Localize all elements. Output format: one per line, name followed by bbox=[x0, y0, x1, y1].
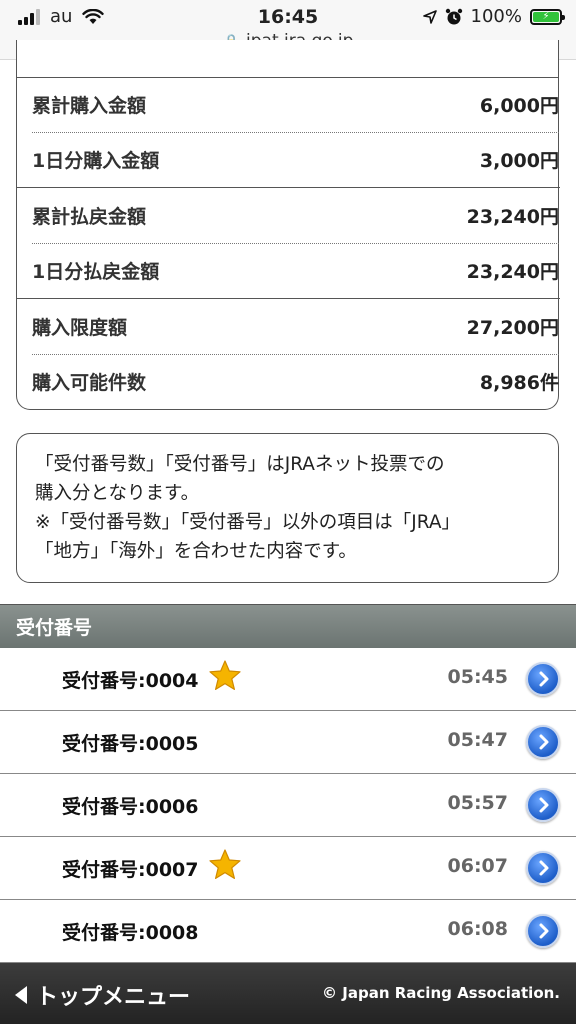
summary-row-cumulative-payout: 累計払戻金額 23,240円 bbox=[32, 188, 559, 243]
receipt-row-0008[interactable]: 受付番号:0008 06:08 bbox=[0, 900, 576, 963]
alarm-clock-icon bbox=[445, 8, 462, 24]
receipt-time: 06:07 bbox=[447, 855, 508, 877]
triangle-left-icon bbox=[15, 986, 27, 1004]
star-icon bbox=[209, 660, 241, 690]
receipt-number: 受付番号:0008 bbox=[62, 922, 199, 944]
summary-label: 累計払戻金額 bbox=[32, 206, 147, 228]
receipt-time: 05:57 bbox=[447, 792, 508, 814]
receipt-row-0006[interactable]: 受付番号:0006 05:57 bbox=[0, 774, 576, 837]
summary-value: 6,000円 bbox=[479, 95, 559, 117]
receipt-number: 受付番号:0007 bbox=[62, 859, 199, 881]
section-header-receipts: 受付番号 bbox=[0, 604, 576, 648]
receipt-number: 受付番号:0006 bbox=[62, 796, 199, 818]
receipt-row-0007[interactable]: 受付番号:0007 06:07 bbox=[0, 837, 576, 900]
note-line: ※「受付番号数」「受付番号」以外の項目は「JRA」 bbox=[35, 512, 460, 533]
copyright: © Japan Racing Association. bbox=[322, 984, 560, 1002]
summary-row-daily-payout: 1日分払戻金額 23,240円 bbox=[32, 243, 559, 298]
chevron-right-button[interactable] bbox=[526, 662, 560, 696]
summary-value: 23,240円 bbox=[466, 206, 559, 228]
chevron-right-button[interactable] bbox=[526, 788, 560, 822]
summary-value: 8,986件 bbox=[479, 372, 559, 394]
receipt-number: 受付番号:0004 bbox=[62, 670, 199, 692]
star-icon bbox=[209, 849, 241, 879]
chevron-right-button[interactable] bbox=[526, 851, 560, 885]
summary-label: 1日分払戻金額 bbox=[32, 261, 160, 283]
receipt-number: 受付番号:0005 bbox=[62, 733, 199, 755]
chevron-right-button[interactable] bbox=[526, 725, 560, 759]
receipt-row-0005[interactable]: 受付番号:0005 05:47 bbox=[0, 711, 576, 774]
summary-row-daily-purchase: 1日分購入金額 3,000円 bbox=[32, 132, 559, 187]
summary-row-cumulative-purchase: 累計購入金額 6,000円 bbox=[32, 77, 559, 132]
summary-value: 23,240円 bbox=[466, 261, 559, 283]
summary-value: 27,200円 bbox=[466, 317, 559, 339]
chevron-right-icon bbox=[539, 671, 549, 687]
receipt-time: 05:45 bbox=[447, 666, 508, 688]
summary-label: 購入限度額 bbox=[32, 317, 128, 339]
note-line: 「受付番号数」「受付番号」はJRAネット投票での bbox=[35, 454, 445, 475]
note-box: 「受付番号数」「受付番号」はJRAネット投票での 購入分となります。 ※「受付番… bbox=[16, 433, 559, 583]
footer-bar: トップメニュー © Japan Racing Association. bbox=[0, 963, 576, 1024]
chevron-right-icon bbox=[539, 734, 549, 750]
summary-label: 累計購入金額 bbox=[32, 95, 147, 117]
receipt-list: 受付番号:0004 05:45 受付番号:0005 05:47 受付番号:000… bbox=[0, 648, 576, 963]
summary-row-purchase-limit: 購入限度額 27,200円 bbox=[32, 299, 559, 354]
summary-label: 1日分購入金額 bbox=[32, 150, 160, 172]
battery-percent: 100% bbox=[470, 6, 522, 27]
note-line: 「地方」「海外」を合わせた内容です。 bbox=[35, 541, 357, 562]
receipt-row-0004[interactable]: 受付番号:0004 05:45 bbox=[0, 648, 576, 711]
summary-row-purchasable-count: 購入可能件数 8,986件 bbox=[32, 354, 559, 409]
location-arrow-icon bbox=[422, 9, 437, 24]
chevron-right-icon bbox=[539, 797, 549, 813]
top-menu-link[interactable]: トップメニュー bbox=[14, 979, 190, 1011]
battery-icon: ⚡ bbox=[530, 8, 565, 25]
chevron-right-button[interactable] bbox=[526, 914, 560, 948]
top-menu-label: トップメニュー bbox=[36, 985, 191, 1010]
receipt-time: 06:08 bbox=[447, 918, 508, 940]
note-line: 購入分となります。 bbox=[35, 483, 200, 504]
chevron-right-icon bbox=[539, 860, 549, 876]
chevron-right-icon bbox=[539, 923, 549, 939]
receipt-time: 05:47 bbox=[447, 729, 508, 751]
summary-value: 3,000円 bbox=[479, 150, 559, 172]
summary-label: 購入可能件数 bbox=[32, 372, 147, 394]
